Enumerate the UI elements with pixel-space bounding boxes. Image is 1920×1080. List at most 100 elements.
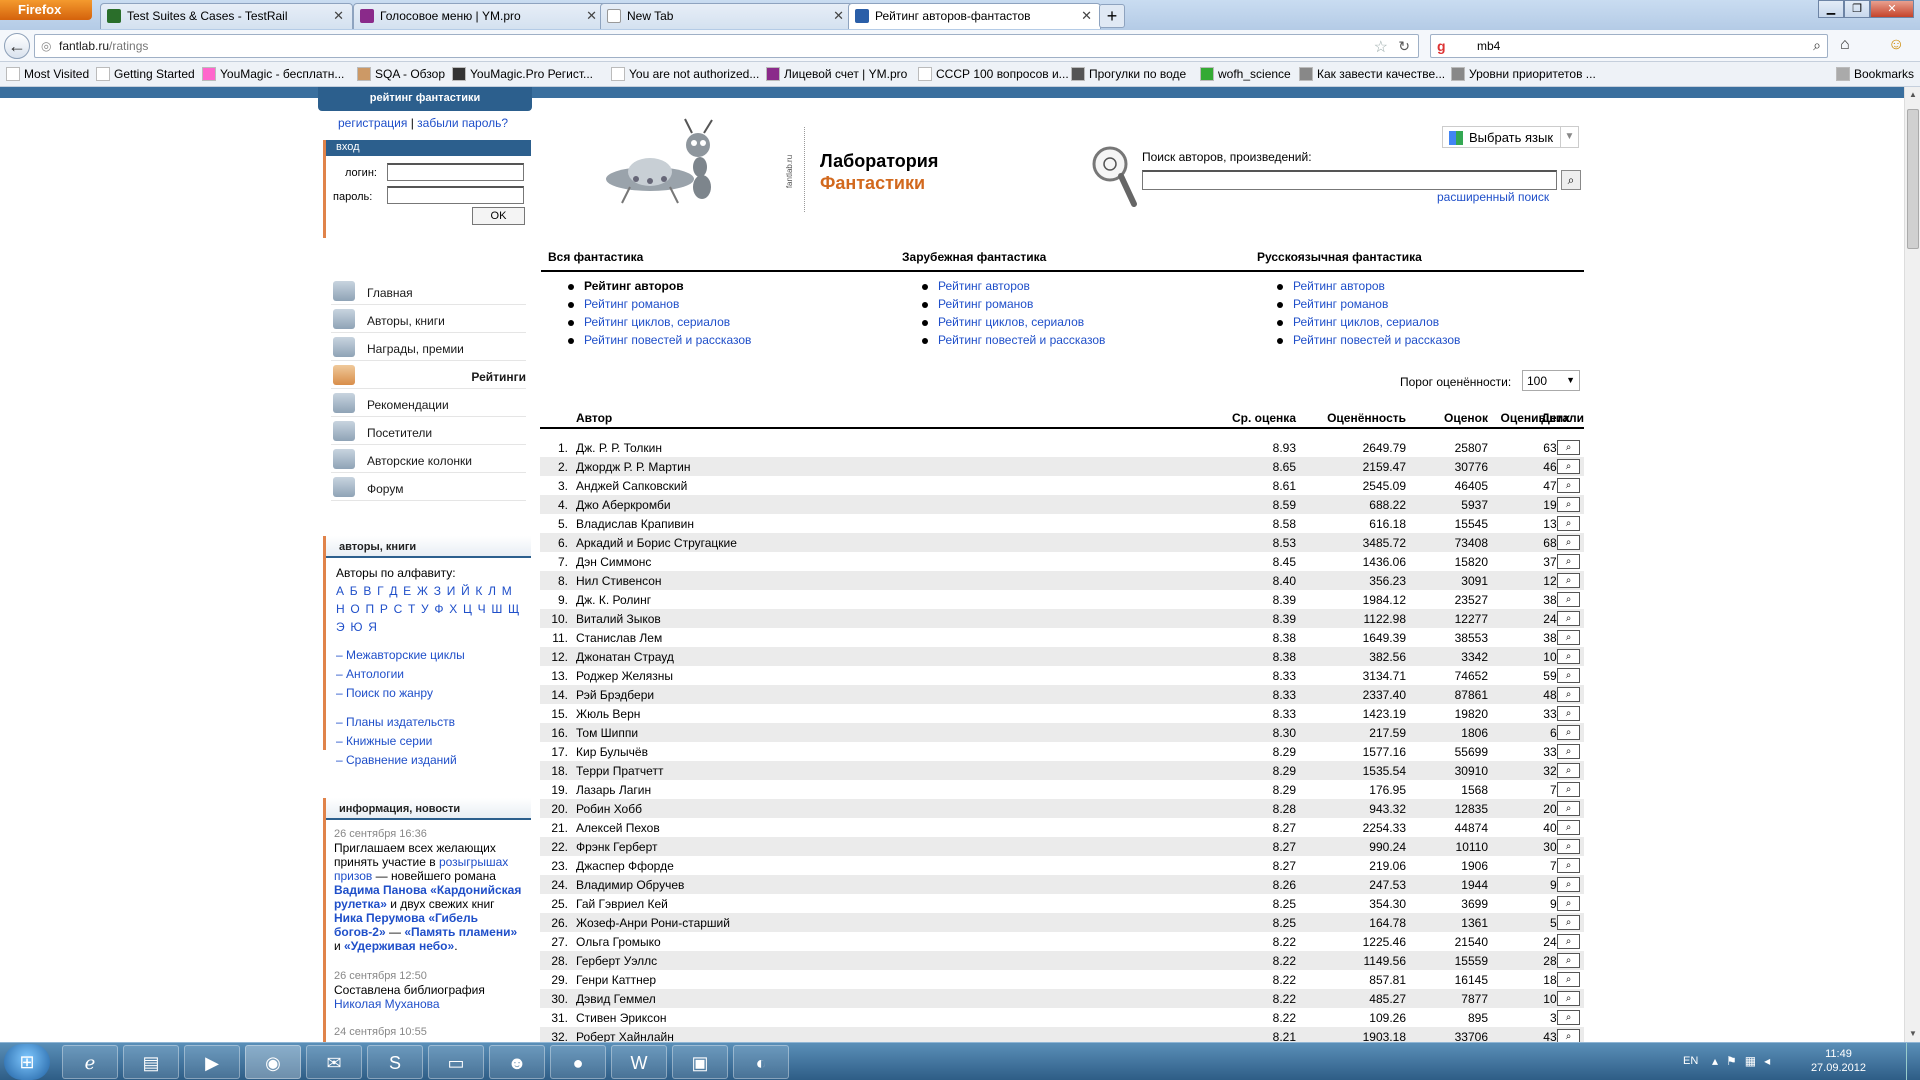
tab-ym-voice-menu[interactable]: Голосовое меню | YM.pro ✕ (353, 3, 606, 29)
details-magnifier-icon[interactable]: ⌕ (1557, 782, 1580, 797)
language-select[interactable]: Выбрать язык ▼ (1442, 126, 1579, 148)
terminal-taskbar-icon[interactable]: ▭ (428, 1045, 484, 1079)
bookmark-youmagic-pro[interactable]: YouMagic.Pro Регист... (452, 67, 593, 81)
author-name-link[interactable]: Джо Аберкромби (576, 498, 671, 512)
tab-new-tab[interactable]: New Tab ✕ (600, 3, 853, 29)
details-magnifier-icon[interactable]: ⌕ (1557, 744, 1580, 759)
bookmark-most-visited[interactable]: Most Visited (6, 67, 89, 81)
site-logo-ufo-ant[interactable] (600, 117, 730, 212)
author-name-link[interactable]: Генри Каттнер (576, 973, 656, 987)
mail-taskbar-icon[interactable]: ✉ (306, 1045, 362, 1079)
details-magnifier-icon[interactable]: ⌕ (1557, 763, 1580, 778)
details-magnifier-icon[interactable]: ⌕ (1557, 516, 1580, 531)
site-search-button[interactable]: ⌕ (1561, 170, 1581, 190)
author-name-link[interactable]: Дэвид Геммел (576, 992, 656, 1006)
details-magnifier-icon[interactable]: ⌕ (1557, 839, 1580, 854)
author-name-link[interactable]: Джордж Р. Р. Мартин (576, 460, 690, 474)
forgot-password-link[interactable]: забыли пароль? (417, 116, 508, 130)
firefox-menu-button[interactable]: Firefox (0, 0, 92, 20)
details-magnifier-icon[interactable]: ⌕ (1557, 1029, 1580, 1042)
category-link-novels[interactable]: Рейтинг романов (1257, 297, 1597, 315)
addon-icon[interactable]: ☺ (1888, 36, 1904, 54)
login-input[interactable] (387, 163, 524, 181)
bookmark-youmagic[interactable]: YouMagic - бесплатн... (202, 67, 344, 81)
bookmark-getting-started[interactable]: Getting Started (96, 67, 195, 81)
author-name-link[interactable]: Лазарь Лагин (576, 783, 651, 797)
bookmark-star-icon[interactable]: ☆ (1374, 37, 1388, 57)
category-link-authors[interactable]: Рейтинг авторов (548, 279, 888, 297)
author-name-link[interactable]: Нил Стивенсон (576, 574, 662, 588)
author-name-link[interactable]: Терри Пратчетт (576, 764, 663, 778)
author-name-link[interactable]: Роберт Хайнлайн (576, 1030, 674, 1042)
close-window-button[interactable]: ✕ (1870, 0, 1914, 18)
app-taskbar-icon[interactable]: ● (550, 1045, 606, 1079)
google-icon[interactable]: g (1437, 38, 1453, 54)
details-magnifier-icon[interactable]: ⌕ (1557, 820, 1580, 835)
close-tab-icon[interactable]: ✕ (1081, 8, 1092, 24)
menu-item-forum[interactable]: Форум (331, 473, 526, 501)
details-magnifier-icon[interactable]: ⌕ (1557, 972, 1580, 987)
close-tab-icon[interactable]: ✕ (333, 8, 344, 24)
alphabet-links[interactable]: А Б В Г Д Е Ж З И Й К Л М Н О П Р С Т У … (336, 582, 521, 636)
category-link-stories[interactable]: Рейтинг повестей и рассказов (548, 333, 888, 351)
category-link-stories[interactable]: Рейтинг повестей и рассказов (902, 333, 1242, 351)
author-name-link[interactable]: Стивен Эриксон (576, 1011, 667, 1025)
search-bar[interactable]: g mb4 ⌕ (1430, 34, 1828, 58)
author-name-link[interactable]: Жюль Верн (576, 707, 640, 721)
system-clock[interactable]: 11:49 27.09.2012 (1811, 1047, 1866, 1075)
details-magnifier-icon[interactable]: ⌕ (1557, 630, 1580, 645)
details-magnifier-icon[interactable]: ⌕ (1557, 459, 1580, 474)
anthologies-link[interactable]: – Антологии (336, 665, 521, 684)
bookmark-not-authorized[interactable]: You are not authorized... (611, 67, 759, 81)
details-magnifier-icon[interactable]: ⌕ (1557, 478, 1580, 493)
details-magnifier-icon[interactable]: ⌕ (1557, 801, 1580, 816)
book-series-link[interactable]: – Книжные серии (336, 732, 521, 751)
author-name-link[interactable]: Рэй Брэдбери (576, 688, 654, 702)
site-search-input[interactable] (1142, 170, 1557, 190)
author-name-link[interactable]: Джаспер Ффорде (576, 859, 674, 873)
author-name-link[interactable]: Ольга Громыко (576, 935, 661, 949)
browser-app-taskbar-icon[interactable]: ◐ (733, 1045, 789, 1079)
author-link[interactable]: Николая Муханова (334, 997, 440, 1011)
threshold-select[interactable]: 100 ▼ (1522, 370, 1580, 391)
explorer-taskbar-icon[interactable]: ▤ (123, 1045, 179, 1079)
close-tab-icon[interactable]: ✕ (833, 8, 844, 24)
author-name-link[interactable]: Дэн Симмонс (576, 555, 651, 569)
register-link[interactable]: регистрация (338, 116, 407, 130)
details-magnifier-icon[interactable]: ⌕ (1557, 725, 1580, 740)
skype-taskbar-icon[interactable]: S (367, 1045, 423, 1079)
details-magnifier-icon[interactable]: ⌕ (1557, 573, 1580, 588)
author-name-link[interactable]: Владислав Крапивин (576, 517, 694, 531)
author-name-link[interactable]: Гай Гэвриел Кей (576, 897, 668, 911)
category-link-authors[interactable]: Рейтинг авторов (1257, 279, 1597, 297)
address-bar[interactable]: ◎ fantlab.ru/ratings ☆ ↻ (34, 34, 1419, 58)
author-name-link[interactable]: Аркадий и Борис Стругацкие (576, 536, 737, 550)
book-link[interactable]: «Память пламени» (404, 925, 517, 939)
search-icon[interactable]: ⌕ (1813, 37, 1821, 54)
author-name-link[interactable]: Джонатан Страуд (576, 650, 674, 664)
vertical-scrollbar[interactable]: ▲ ▼ (1904, 87, 1920, 1042)
column-header-author[interactable]: Автор (576, 411, 612, 425)
start-button[interactable]: ⊞ (4, 1044, 50, 1080)
details-magnifier-icon[interactable]: ⌕ (1557, 554, 1580, 569)
author-name-link[interactable]: Анджей Сапковский (576, 479, 687, 493)
bookmark-quality[interactable]: Как завести качестве... (1299, 67, 1445, 81)
category-link-stories[interactable]: Рейтинг повестей и рассказов (1257, 333, 1597, 351)
details-magnifier-icon[interactable]: ⌕ (1557, 858, 1580, 873)
author-name-link[interactable]: Станислав Лем (576, 631, 662, 645)
bookmarks-menu[interactable]: Bookmarks (1836, 67, 1914, 81)
scroll-down-icon[interactable]: ▼ (1905, 1026, 1920, 1042)
details-magnifier-icon[interactable]: ⌕ (1557, 535, 1580, 550)
details-magnifier-icon[interactable]: ⌕ (1557, 915, 1580, 930)
reload-icon[interactable]: ↻ (1398, 38, 1410, 55)
author-name-link[interactable]: Алексей Пехов (576, 821, 660, 835)
column-header-votes[interactable]: Оценок (1406, 411, 1488, 425)
details-magnifier-icon[interactable]: ⌕ (1557, 991, 1580, 1006)
tray-icons[interactable]: ▴⚑▦◂ (1712, 1054, 1778, 1068)
site-title[interactable]: Лаборатория Фантастики (820, 150, 938, 194)
book-link[interactable]: «Удерживая небо» (344, 939, 454, 953)
details-magnifier-icon[interactable]: ⌕ (1557, 668, 1580, 683)
author-name-link[interactable]: Роджер Желязны (576, 669, 673, 683)
details-magnifier-icon[interactable]: ⌕ (1557, 440, 1580, 455)
details-magnifier-icon[interactable]: ⌕ (1557, 611, 1580, 626)
